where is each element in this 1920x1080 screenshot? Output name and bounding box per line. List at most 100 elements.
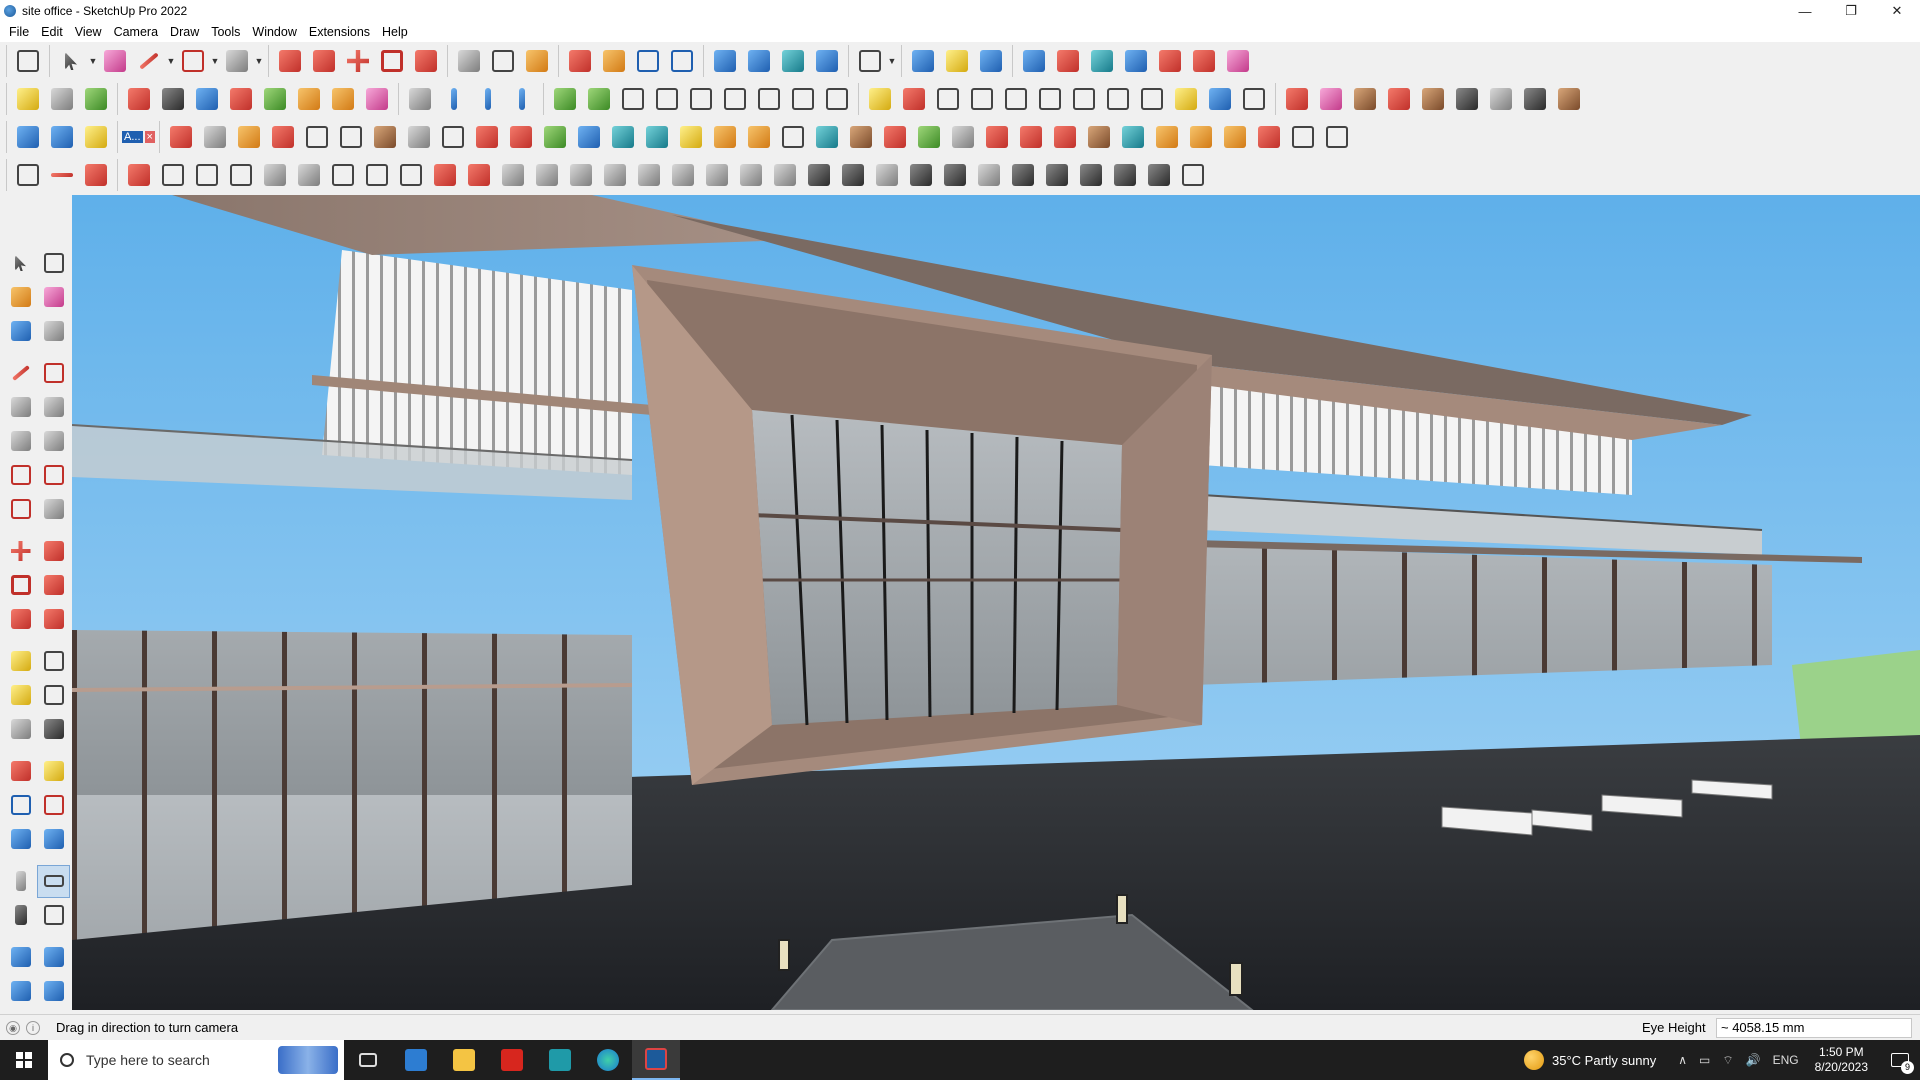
shape-tool-12[interactable] xyxy=(1237,82,1271,116)
warehouse-tool-left[interactable] xyxy=(4,941,37,974)
zoom-tool-left[interactable] xyxy=(4,789,37,822)
sandbox-tool-4[interactable] xyxy=(1119,44,1153,78)
extra-tool-9[interactable] xyxy=(1552,82,1586,116)
profile-tool-13[interactable] xyxy=(530,158,564,192)
rotated-rect-tool-left[interactable] xyxy=(37,391,70,424)
profile-tool-8[interactable] xyxy=(360,158,394,192)
shape-tool-9[interactable] xyxy=(1135,82,1169,116)
section-tool-left[interactable] xyxy=(37,899,70,932)
profile-tool-15[interactable] xyxy=(598,158,632,192)
edit-tool-14[interactable] xyxy=(606,120,640,154)
house-tool-6[interactable] xyxy=(786,82,820,116)
look-around-tool-left[interactable] xyxy=(37,864,70,898)
sandbox-tool-6[interactable] xyxy=(1187,44,1221,78)
shape-tool-5[interactable] xyxy=(999,82,1033,116)
edit-tool-5[interactable] xyxy=(300,120,334,154)
tape-tool-left[interactable] xyxy=(4,645,37,678)
chevron-down-icon[interactable]: ▼ xyxy=(887,56,897,66)
slash-tool-1[interactable] xyxy=(437,82,471,116)
text-tool[interactable] xyxy=(486,44,520,78)
profile-tool-28[interactable] xyxy=(1040,158,1074,192)
meet-now-icon[interactable]: ▭ xyxy=(1699,1053,1710,1067)
rectangle-tool[interactable] xyxy=(220,44,254,78)
green-gear-tool[interactable] xyxy=(582,82,616,116)
geo-location-icon[interactable]: ◉ xyxy=(6,1020,20,1035)
shape-tool-7[interactable] xyxy=(1067,82,1101,116)
profile-tool-29[interactable] xyxy=(1074,158,1108,192)
profile-tool-32[interactable] xyxy=(1176,158,1210,192)
edit-tool-11[interactable] xyxy=(504,120,538,154)
profile-tool-19[interactable] xyxy=(734,158,768,192)
user-account-tool[interactable] xyxy=(853,44,887,78)
shape-tool-3[interactable] xyxy=(931,82,965,116)
profile-tool-17[interactable] xyxy=(666,158,700,192)
extension-tool-left[interactable] xyxy=(37,941,70,974)
green-box-tool[interactable] xyxy=(548,82,582,116)
house-tool-3[interactable] xyxy=(684,82,718,116)
extra-tool-5[interactable] xyxy=(1416,82,1450,116)
rotate-tool[interactable] xyxy=(375,44,409,78)
profile-tool-1[interactable] xyxy=(122,158,156,192)
styles-tool-left[interactable] xyxy=(37,975,70,1008)
profile-tool-2[interactable] xyxy=(156,158,190,192)
edit-tool-6[interactable] xyxy=(334,120,368,154)
edit-tool-15[interactable] xyxy=(640,120,674,154)
move-tool-left[interactable] xyxy=(4,535,37,568)
zoom-window-tool-left[interactable] xyxy=(37,789,70,822)
edit-tool-25[interactable] xyxy=(980,120,1014,154)
tape-measure-tool[interactable] xyxy=(452,44,486,78)
profile-tool-30[interactable] xyxy=(1108,158,1142,192)
axis-tool-6[interactable] xyxy=(292,82,326,116)
slash-tool-2[interactable] xyxy=(471,82,505,116)
edit-tool-8[interactable] xyxy=(402,120,436,154)
profile-tool-20[interactable] xyxy=(768,158,802,192)
axis-tool-2[interactable] xyxy=(156,82,190,116)
position-camera-tool-left[interactable] xyxy=(4,865,37,898)
edit-tool-12[interactable] xyxy=(538,120,572,154)
zoom-tool[interactable] xyxy=(631,44,665,78)
zoom-extents-tool[interactable] xyxy=(11,44,45,78)
offset-tool-left[interactable] xyxy=(37,603,70,636)
edit-tool-18[interactable] xyxy=(742,120,776,154)
extra-tool-2[interactable] xyxy=(1314,82,1348,116)
solid-tools-tool[interactable] xyxy=(1221,44,1255,78)
protractor-tool-left[interactable] xyxy=(4,679,37,712)
line-tool-left[interactable] xyxy=(4,357,37,390)
info-icon[interactable]: i xyxy=(26,1020,40,1035)
rectangle-tool-left[interactable] xyxy=(4,391,37,424)
menu-draw[interactable]: Draw xyxy=(164,25,205,39)
push-pull-tool[interactable] xyxy=(273,44,307,78)
profile-tool-6[interactable] xyxy=(292,158,326,192)
profile-tool-27[interactable] xyxy=(1006,158,1040,192)
extension-warehouse-tool[interactable] xyxy=(940,44,974,78)
edit-tool-4[interactable] xyxy=(266,120,300,154)
house-tool-4[interactable] xyxy=(718,82,752,116)
shape-tool-2[interactable] xyxy=(897,82,931,116)
clock[interactable]: 1:50 PM 8/20/2023 xyxy=(1815,1045,1868,1075)
axis-tool-4[interactable] xyxy=(224,82,258,116)
tag-tool-1[interactable] xyxy=(11,120,45,154)
task-view-button[interactable] xyxy=(344,1040,392,1080)
floating-panel-close[interactable]: × xyxy=(144,131,155,143)
profile-tool-12[interactable] xyxy=(496,158,530,192)
shape-tool-4[interactable] xyxy=(965,82,999,116)
viewport-3d[interactable] xyxy=(72,195,1920,1010)
menu-camera[interactable]: Camera xyxy=(108,25,164,39)
edit-tool-30[interactable] xyxy=(1150,120,1184,154)
menu-help[interactable]: Help xyxy=(376,25,414,39)
paint-bucket-tool[interactable] xyxy=(520,44,554,78)
profile-tool-14[interactable] xyxy=(564,158,598,192)
eye-height-field[interactable]: ~ 4058.15 mm xyxy=(1716,1017,1912,1038)
house-tool-5[interactable] xyxy=(752,82,786,116)
push-pull-tool-left[interactable] xyxy=(37,535,70,568)
menu-window[interactable]: Window xyxy=(246,25,302,39)
select-tool[interactable] xyxy=(54,44,88,78)
edit-tool-9[interactable] xyxy=(436,120,470,154)
3d-text-tool-left[interactable] xyxy=(37,713,70,746)
taskbar-calculator[interactable] xyxy=(392,1040,440,1080)
layout-tool-left[interactable] xyxy=(4,975,37,1008)
menu-tools[interactable]: Tools xyxy=(205,25,246,39)
start-button[interactable] xyxy=(0,1040,48,1080)
iso-view-tool[interactable] xyxy=(11,82,45,116)
extra-tool-6[interactable] xyxy=(1450,82,1484,116)
